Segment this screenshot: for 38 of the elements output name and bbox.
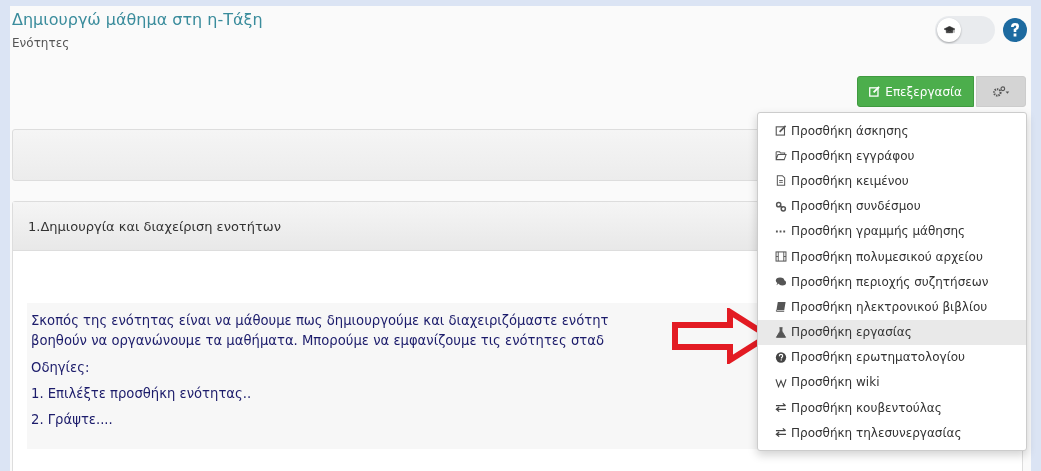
exchange-icon	[775, 402, 787, 414]
student-view-toggle[interactable]	[935, 16, 995, 44]
question-icon	[775, 351, 787, 363]
menu-item[interactable]: Προσθήκη εργασίας	[758, 319, 1026, 345]
exchange-icon	[775, 427, 787, 439]
link-icon	[775, 200, 787, 212]
file-icon	[775, 175, 787, 187]
menu-item[interactable]: Προσθήκη τηλεσυνεργασίας	[758, 420, 1026, 446]
menu-item[interactable]: Προσθήκη κουβεντούλας	[758, 395, 1026, 421]
page-subtitle: Ενότητες	[12, 36, 71, 50]
description-line: Σκοπός της ενότητας είναι να μάθουμε πως δημιουργούμε και διαχειριζόμαστε ενότητ	[31, 312, 610, 330]
edit-icon	[869, 86, 881, 97]
menu-item[interactable]: Προσθήκη γραμμής μάθησης	[758, 218, 1026, 244]
edit-icon	[775, 125, 787, 137]
flask-icon	[775, 326, 787, 338]
folder-icon	[775, 150, 787, 162]
instruction-text: 2. Γράψτε....	[31, 411, 114, 429]
section-title: 1.Δημιουργία και διαχείριση ενοτήτων	[28, 218, 281, 234]
menu-item[interactable]: Προσθήκη κειμένου	[758, 168, 1026, 194]
wiki-icon	[775, 376, 787, 388]
help-icon[interactable]	[1003, 18, 1027, 42]
menu-item[interactable]: Προσθήκη wiki	[758, 369, 1026, 396]
description-line: βοηθούν να οργανώνουμε τα μαθήματα. Μπορούμε να εμφανίζουμε τις ενότητες σταδ	[31, 332, 605, 350]
menu-item[interactable]: Προσθήκη περιοχής συζητήσεων	[758, 269, 1026, 295]
book-icon	[775, 301, 787, 313]
film-icon	[775, 251, 787, 263]
instruction-text: 1. Επιλέξτε προσθήκη ενότητας..	[31, 385, 253, 403]
instruction-text: Οδηγίες:	[31, 359, 91, 377]
menu-item[interactable]: Προσθήκη συνδέσμου	[758, 193, 1026, 219]
graduation-cap-icon	[943, 26, 955, 34]
comments-icon	[775, 276, 787, 288]
menu-item[interactable]: Προσθήκη άσκησης	[758, 118, 1026, 144]
gears-icon	[991, 86, 1011, 97]
menu-item[interactable]: Προσθήκη εγγράφου	[758, 143, 1026, 169]
menu-item[interactable]: Προσθήκη ηλεκτρονικού βιβλίου	[758, 294, 1026, 320]
menu-item[interactable]: Προσθήκη πολυμεσικού αρχείου	[758, 243, 1026, 270]
menu-item[interactable]: Προσθήκη ερωτηματολογίου	[758, 344, 1026, 370]
page-title: Δημιουργώ μάθημα στη η-Τάξη	[12, 9, 263, 29]
